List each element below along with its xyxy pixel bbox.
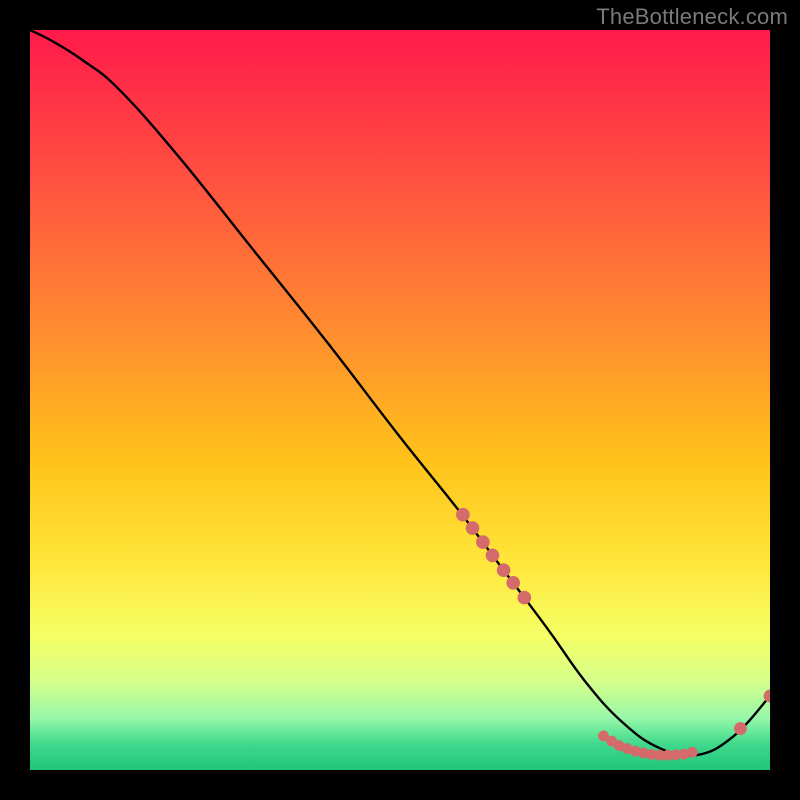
- data-marker: [687, 747, 698, 758]
- data-marker: [506, 576, 520, 590]
- data-marker: [486, 549, 500, 563]
- gradient-background: [30, 30, 770, 770]
- data-marker: [476, 535, 490, 549]
- plot-area: [30, 30, 770, 770]
- data-marker: [456, 508, 470, 522]
- data-marker: [734, 722, 747, 735]
- bottleneck-chart: [30, 30, 770, 770]
- data-marker: [497, 563, 511, 577]
- data-marker: [466, 521, 480, 535]
- data-marker: [518, 591, 532, 605]
- chart-stage: TheBottleneck.com: [0, 0, 800, 800]
- watermark-text: TheBottleneck.com: [596, 4, 788, 30]
